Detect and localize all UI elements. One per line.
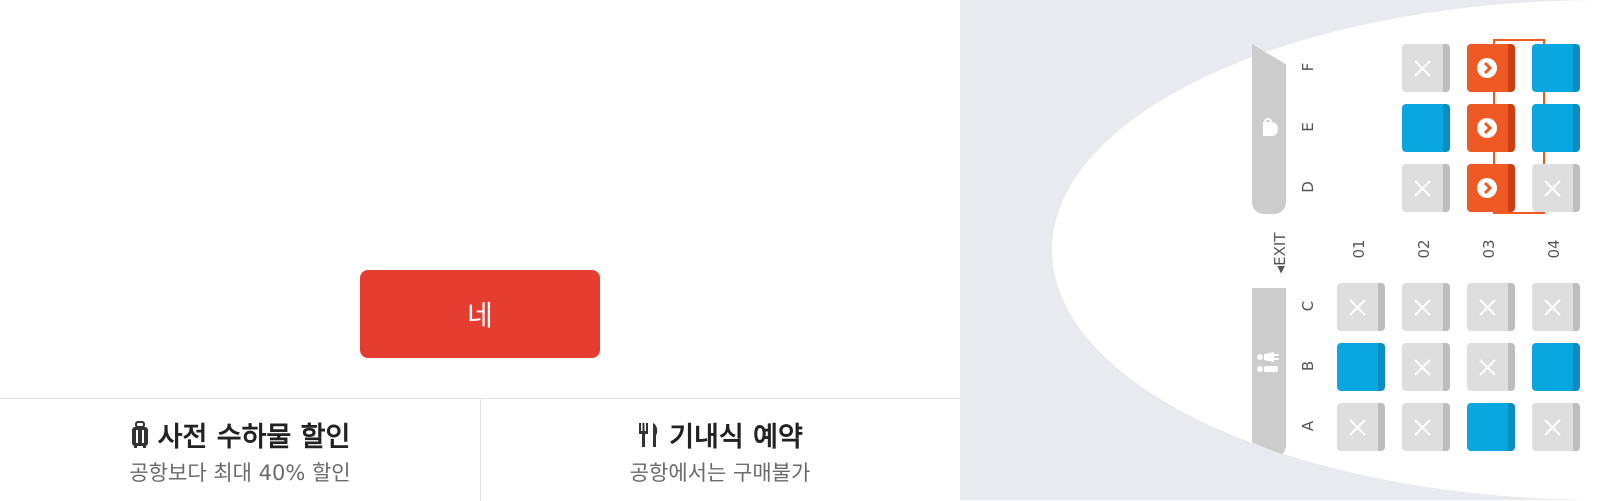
meal-promo-title: 기내식 예약 [669, 422, 803, 453]
baggage-promo[interactable]: 사전 수하물 할인 공항보다 최대 40% 할인 [0, 399, 480, 501]
lavatory-panel [1252, 288, 1286, 456]
row-label-f: F [1299, 62, 1317, 72]
seat-03c [1467, 283, 1515, 331]
row-label-a: A [1299, 420, 1317, 432]
selected-check-icon [1477, 118, 1497, 138]
seat-02c [1402, 283, 1450, 331]
column-label-03: 03 [1480, 239, 1498, 259]
seat-02a [1402, 403, 1450, 451]
booking-dialog: 네 사전 수하물 할인 공항보다 최대 40% 할인 기내식 예약 공항에서는 … [0, 0, 960, 501]
seat-04c [1532, 283, 1580, 331]
meal-promo-subtitle: 공항에서는 구매불가 [629, 461, 811, 485]
coffee-icon [1252, 114, 1286, 146]
seat-04b[interactable] [1532, 343, 1580, 391]
luggage-icon [131, 420, 148, 448]
seat-04e[interactable] [1532, 104, 1580, 152]
unavailable-icon [1349, 419, 1366, 436]
column-label-04: 04 [1545, 239, 1563, 259]
fork-knife-icon [639, 422, 658, 447]
unavailable-icon [1414, 60, 1431, 77]
seat-map: ◂EXIT F E D C B A 01 02 03 04 [960, 0, 1600, 500]
seat-03a[interactable] [1467, 403, 1515, 451]
baggage-promo-subtitle: 공항보다 최대 40% 할인 [129, 461, 351, 485]
confirm-button[interactable]: 네 [360, 270, 600, 358]
seat-04f[interactable] [1532, 44, 1580, 92]
unavailable-icon [1544, 299, 1561, 316]
unavailable-icon [1414, 180, 1431, 197]
row-label-b: B [1299, 360, 1317, 372]
unavailable-icon [1544, 180, 1561, 197]
unavailable-icon [1414, 359, 1431, 376]
seat-04d [1532, 164, 1580, 212]
seat-02d [1402, 164, 1450, 212]
seat-03f[interactable] [1467, 44, 1515, 92]
baggage-promo-title: 사전 수하물 할인 [157, 422, 351, 453]
seat-04a [1532, 403, 1580, 451]
seat-03e[interactable] [1467, 104, 1515, 152]
unavailable-icon [1479, 299, 1496, 316]
unavailable-icon [1544, 419, 1561, 436]
seat-02b [1402, 343, 1450, 391]
seat-02e[interactable] [1402, 104, 1450, 152]
row-label-e: E [1299, 122, 1317, 132]
seat-01a [1337, 403, 1385, 451]
promo-bar: 사전 수하물 할인 공항보다 최대 40% 할인 기내식 예약 공항에서는 구매… [0, 398, 960, 501]
column-label-02: 02 [1415, 239, 1433, 259]
seat-02f [1402, 44, 1450, 92]
exit-label: ◂EXIT [1271, 232, 1289, 274]
seat-03d[interactable] [1467, 164, 1515, 212]
restroom-icon [1252, 348, 1286, 382]
seat-01c [1337, 283, 1385, 331]
seat-03b [1467, 343, 1515, 391]
galley-panel [1252, 44, 1286, 214]
row-label-c: C [1299, 300, 1317, 312]
column-label-01: 01 [1350, 239, 1368, 259]
selected-check-icon [1477, 178, 1497, 198]
unavailable-icon [1479, 359, 1496, 376]
row-label-d: D [1299, 181, 1317, 193]
unavailable-icon [1414, 299, 1431, 316]
seat-01b[interactable] [1337, 343, 1385, 391]
meal-promo[interactable]: 기내식 예약 공항에서는 구매불가 [480, 399, 960, 501]
unavailable-icon [1349, 299, 1366, 316]
selected-check-icon [1477, 58, 1497, 78]
unavailable-icon [1414, 419, 1431, 436]
